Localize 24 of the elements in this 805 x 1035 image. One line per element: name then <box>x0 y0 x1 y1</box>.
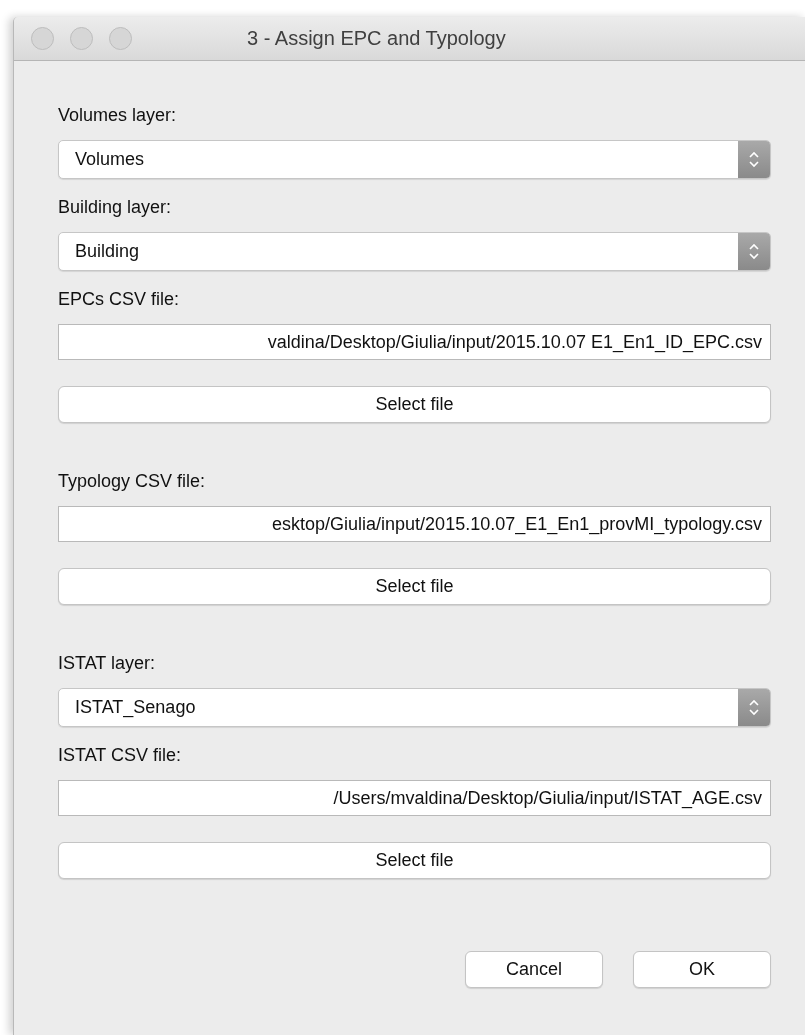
field-label: Typology CSV file: <box>58 471 206 492</box>
dialog-button[interactable]: OK <box>633 951 771 988</box>
chevron-up-down-icon <box>738 233 770 270</box>
dropdown[interactable]: Building <box>58 232 771 271</box>
zoom-icon[interactable] <box>109 27 132 50</box>
field-label: Building layer: <box>58 197 172 218</box>
chevron-up-down-icon <box>738 141 770 178</box>
minimize-icon[interactable] <box>70 27 93 50</box>
chevron-up-down-icon <box>738 689 770 726</box>
select-file-button[interactable]: Select file <box>58 568 771 605</box>
dialog-button[interactable]: Cancel <box>465 951 603 988</box>
dropdown[interactable]: Volumes <box>58 140 771 179</box>
select-file-button[interactable]: Select file <box>58 386 771 423</box>
input-field[interactable]: esktop/Giulia/input/2015.10.07_E1_En1_provMI_typology.csv <box>58 506 771 542</box>
field-label: ISTAT CSV file: <box>58 745 182 766</box>
field-label: ISTAT layer: <box>58 653 156 674</box>
window-title: 3 - Assign EPC and Typology <box>247 27 506 50</box>
close-icon[interactable] <box>31 27 54 50</box>
select-file-button[interactable]: Select file <box>58 842 771 879</box>
field-label: Volumes layer: <box>58 105 177 126</box>
dropdown[interactable]: ISTAT_Senago <box>58 688 771 727</box>
input-field[interactable]: /Users/mvaldina/Desktop/Giulia/input/ISTAT_AGE.csv <box>58 780 771 816</box>
input-field[interactable]: valdina/Desktop/Giulia/input/2015.10.07 E1_En1_ID_EPC.csv <box>58 324 771 360</box>
field-label: EPCs CSV file: <box>58 289 180 310</box>
